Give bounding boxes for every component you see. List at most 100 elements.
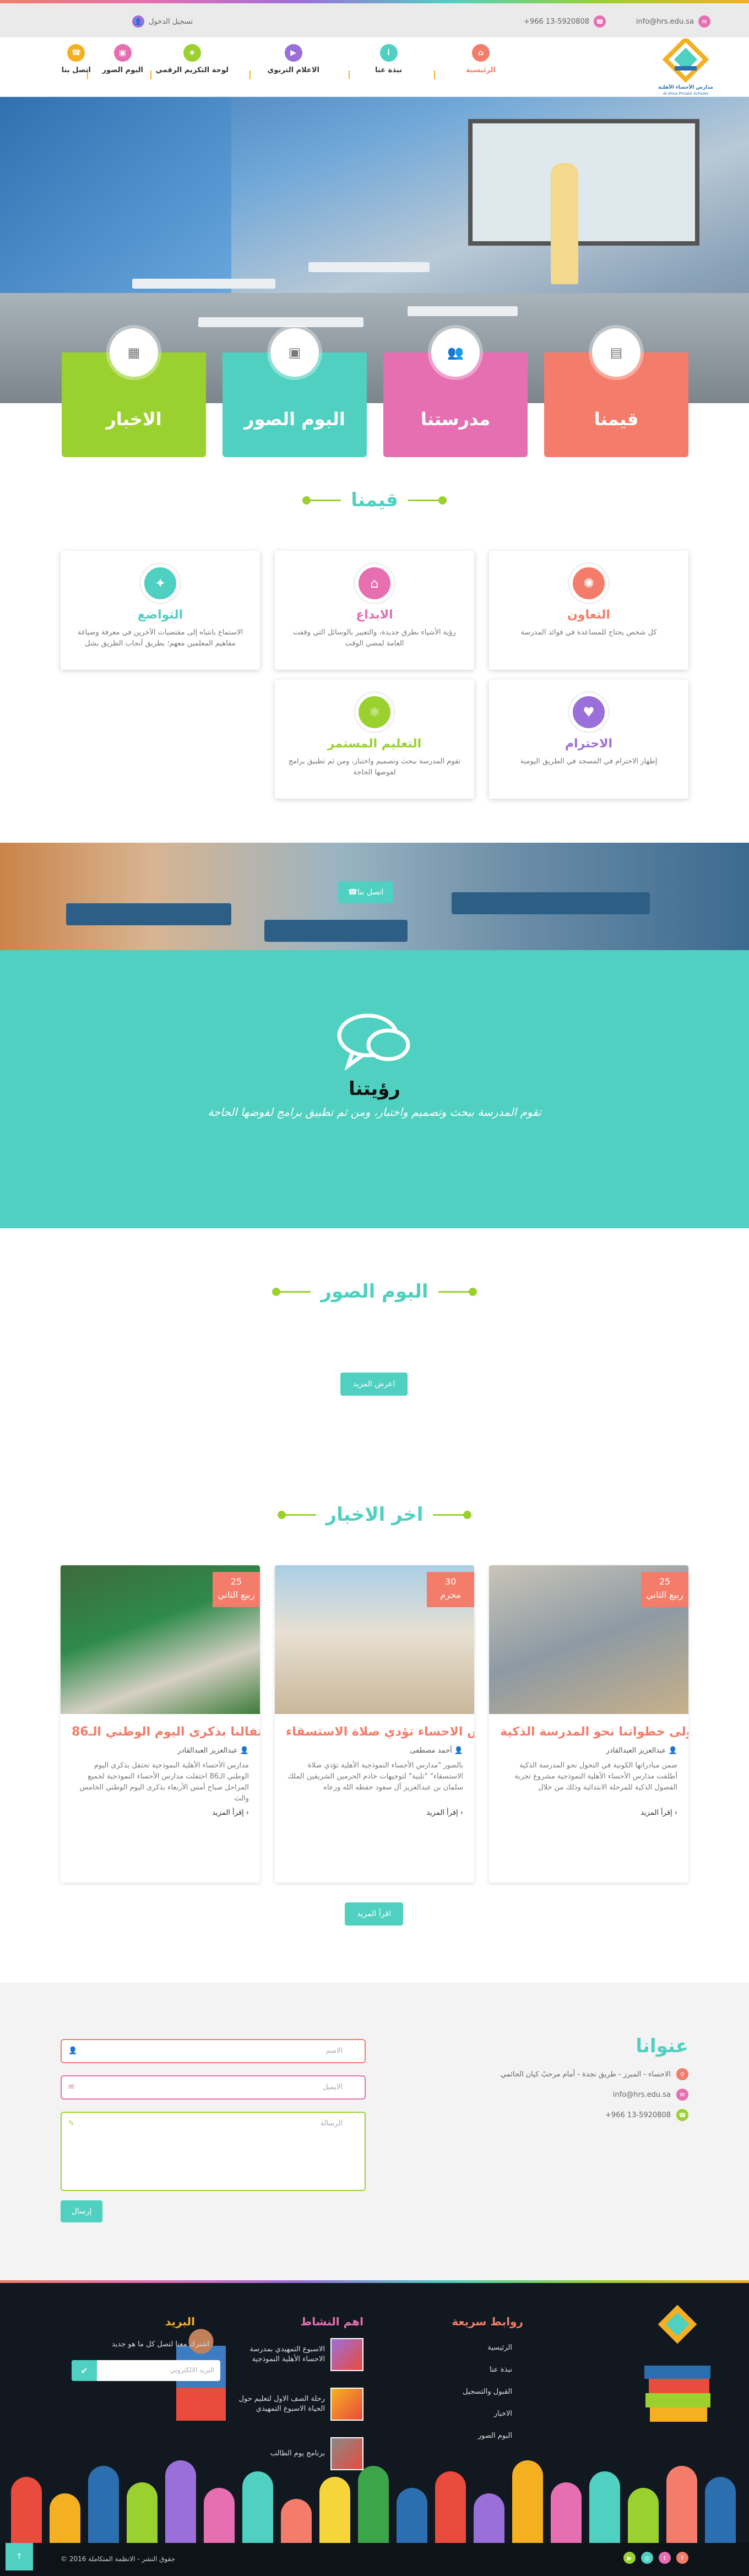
instagram-icon[interactable]: ◎: [641, 2552, 653, 2564]
logo-title: مدارس الأحساء الأهلية: [658, 85, 713, 90]
news-more-button[interactable]: اقرأ المزيد: [345, 1902, 403, 1926]
nav-label: البوم الصور: [102, 66, 143, 74]
desk: [132, 279, 275, 289]
copyright: © 2016 جقوق النشر - الانظمة المتكاملة: [61, 2555, 176, 2563]
phone-icon: ☎: [67, 44, 85, 62]
cta-label: اتصل بنا: [357, 888, 384, 897]
message-field[interactable]: الرسالة ✎: [61, 2112, 366, 2191]
card-school[interactable]: 👥 مدرستنا: [383, 328, 528, 457]
contact-cta-button[interactable]: ☎ اتصل بنا: [338, 881, 393, 903]
name-field[interactable]: الاسم 👤: [61, 2039, 366, 2063]
youtube-icon[interactable]: ▶: [623, 2552, 636, 2564]
news-image: 25 ربيع الثاني: [489, 1565, 688, 1714]
title-ornament: [408, 496, 447, 505]
nav-separator: [434, 70, 435, 79]
name-placeholder: الاسم: [325, 2047, 343, 2055]
news-title[interactable]: مدارس الاحساء تؤدي صلاة الاستسقاء: [275, 1714, 474, 1744]
home-icon: ⌂: [471, 44, 490, 62]
card-gallery[interactable]: ▣ البوم الصور: [222, 328, 367, 457]
scroll-top-button[interactable]: ↑: [6, 2543, 33, 2570]
value-card-cooperation: ✺ التعاون كل شخص يحتاج للمساعدة في فوائد…: [489, 551, 688, 670]
activity-thumb: [330, 2437, 363, 2470]
top-bar: info@hrs.edu.sa ✉ +966 13-5920808 ☎ 👤 تس…: [0, 0, 749, 37]
news-title[interactable]: أولى خطواتنا نحو المدرسة الذكية: [489, 1714, 688, 1744]
activity-item[interactable]: برنامج يوم الطالب: [231, 2437, 363, 2470]
nav-home[interactable]: ⌂ الرئيسية: [466, 44, 496, 74]
footer-link[interactable]: الرئيسية: [487, 2344, 512, 2352]
value-text: رؤية الأشياء بطرق جديدة، والتعبير بالوسا…: [293, 628, 456, 648]
document-icon: ▤: [592, 328, 641, 377]
nav-contact[interactable]: ☎ اتصل بنا: [62, 44, 91, 74]
login-link[interactable]: 👤 تسجيل الدخول: [132, 15, 193, 28]
nav-media[interactable]: ▶ الاعلام التربوي: [267, 44, 319, 74]
news-excerpt: ضمن مبادراتها الكونية في التحول نحو المد…: [514, 1761, 677, 1792]
read-more-link[interactable]: إقرأ المزيد ›: [275, 1803, 474, 1823]
value-card-creativity: ⌂ الابداع رؤية الأشياء بطرق جديدة، والتع…: [275, 551, 474, 670]
news-author: عبدالعزيز العبدالقادر 👤: [177, 1747, 249, 1755]
nav-awards[interactable]: ★ لوحة التكريم الرقمي: [155, 44, 229, 74]
title-ornament: [272, 1287, 311, 1296]
nav-gallery[interactable]: ▣ البوم الصور: [102, 44, 143, 74]
value-title: الاحترام: [565, 737, 613, 751]
nav-label: اتصل بنا: [61, 66, 91, 74]
value-title: التواضع: [137, 608, 183, 622]
activity-item[interactable]: رحلة الصف الاول لتعليم حول الحياة الاسبو…: [231, 2388, 363, 2421]
title-ornament: [277, 1510, 316, 1519]
arrow-up-icon: ↑: [16, 2552, 23, 2561]
footer-link[interactable]: البوم الصور: [478, 2432, 512, 2440]
image-icon: ▣: [270, 328, 319, 377]
location-icon: ⚲: [676, 2068, 688, 2080]
value-text: كل شخص يحتاج للمساعدة في فوائد المدرسة: [520, 628, 657, 637]
nav-about[interactable]: i نبذة عنا: [375, 44, 402, 74]
gallery-more-button[interactable]: اعرض المزيد: [340, 1373, 408, 1396]
user-icon: 👤: [132, 15, 144, 28]
news-title[interactable]: أحتفالنا بذكرى اليوم الوطني الـ86: [61, 1714, 260, 1744]
email-placeholder: الايميل: [323, 2083, 343, 2091]
activities-title: اهم النشاط: [300, 2315, 363, 2328]
check-icon[interactable]: ✔: [72, 2360, 97, 2381]
footer-link[interactable]: نبذة عنا: [490, 2366, 512, 2374]
news-author: أحمد مصطفى 👤: [410, 1747, 463, 1755]
footer-logo-books[interactable]: [639, 2305, 716, 2432]
vision-text: تقوم المدرسة ببحث وتصميم واختبار، ومن ثم…: [208, 1105, 541, 1119]
news-date: 30 محرم: [427, 1572, 474, 1607]
news-title-text: اخر الاخبار: [325, 1504, 424, 1526]
phone-icon: ☎: [348, 888, 358, 897]
card-label: قيمنا: [594, 409, 639, 430]
twitter-icon[interactable]: t: [659, 2552, 671, 2564]
bottom-bar: ↑ © 2016 جقوق النشر - الانظمة المتكاملة …: [0, 2543, 749, 2576]
contact-email[interactable]: info@hrs.edu.sa ✉: [613, 2089, 688, 2101]
activity-item[interactable]: الاسبوع التمهيدي بمدرسة الاحساء الأهلية …: [231, 2338, 363, 2371]
value-text: إظهار الاحترام في المسجد في الطريق اليوم…: [520, 757, 658, 766]
email-field[interactable]: الايميل ✉: [61, 2075, 366, 2100]
send-button[interactable]: إرسال: [61, 2200, 102, 2222]
chat-bubbles-icon: [337, 1013, 410, 1071]
top-phone[interactable]: +966 13-5920808 ☎: [524, 15, 606, 28]
school-logo[interactable]: مدارس الأحساء الأهلية Al-Ahsa Private Sc…: [655, 36, 716, 96]
footer-link[interactable]: القبول والتسجيل: [463, 2388, 512, 2396]
footer-link[interactable]: الاخبار: [494, 2410, 512, 2418]
facebook-icon[interactable]: f: [676, 2552, 688, 2564]
news-card[interactable]: 25 ربيع الثاني أولى خطواتنا نحو المدرسة ا…: [489, 1565, 688, 1883]
gallery-title-text: البوم الصور: [321, 1281, 428, 1303]
news-card[interactable]: 25 ربيع الثاني أحتفالنا بذكرى اليوم الوطن…: [61, 1565, 260, 1883]
read-more-link[interactable]: إقرأ المزيد ›: [489, 1803, 688, 1823]
phone-text: +966 13-5920808: [524, 17, 589, 26]
nav-separator: [349, 70, 350, 79]
contact-phone[interactable]: +966 13-5920808 ☎: [605, 2109, 688, 2121]
newsletter-form: ✔ البريد الالكتروني: [72, 2360, 220, 2381]
email-icon: ✉: [698, 15, 710, 28]
lightbulb-icon: ✦: [141, 564, 180, 603]
card-news[interactable]: ▦ الاخبار: [62, 328, 206, 457]
read-more-link[interactable]: إقرأ المزيد ›: [61, 1803, 260, 1823]
media-icon: ▶: [284, 44, 302, 62]
news-author: عبدالعزيز العبدالقادر 👤: [606, 1747, 677, 1755]
value-title: الابداع: [356, 608, 393, 622]
values-title-text: قيمنا: [351, 489, 398, 511]
newsletter-input[interactable]: البريد الالكتروني: [97, 2360, 220, 2381]
phone-icon: ☎: [594, 15, 606, 28]
card-values[interactable]: ▤ قيمنا: [544, 328, 688, 457]
top-email[interactable]: info@hrs.edu.sa ✉: [636, 15, 710, 28]
nav-label: الاعلام التربوي: [267, 66, 319, 74]
news-card[interactable]: 30محرم مدارس الاحساء تؤدي صلاة الاستسقاء…: [275, 1565, 474, 1883]
